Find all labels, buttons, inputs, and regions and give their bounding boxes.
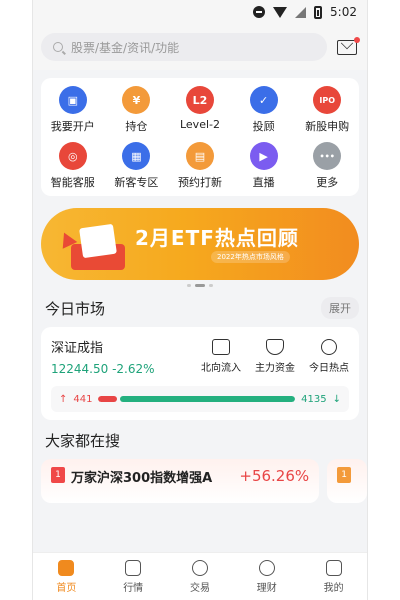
down-arrow-icon: ↓ [332, 393, 341, 405]
search-row: 股票/基金/资讯/功能 [33, 24, 367, 70]
advance-decline-track [98, 396, 296, 402]
grid-item-0[interactable]: ▣ 我要开户 [41, 86, 105, 134]
grid-item-2[interactable]: L2 Level-2 [168, 86, 232, 134]
nav-item-4[interactable]: 我的 [300, 553, 367, 600]
wealth-icon [258, 559, 275, 576]
market-tools: 北向流入 主力资金 今日热点 [201, 339, 349, 376]
tool-label: 主力资金 [255, 363, 295, 374]
grid-item-6[interactable]: ▦ 新客专区 [105, 142, 169, 190]
market-title: 今日市场 [45, 299, 106, 318]
search-input[interactable]: 股票/基金/资讯/功能 [41, 33, 327, 61]
grid-item-label: 更多 [316, 176, 339, 189]
hot-item[interactable]: 1 万家沪深300指数增强A +56.26% [41, 459, 320, 503]
tool-label: 北向流入 [201, 363, 241, 374]
open-account-icon: ▣ [58, 86, 87, 114]
tool-main-capital[interactable]: 主力资金 [255, 339, 295, 376]
promo-banner[interactable]: 2月ETF热点回顾 2022年热点市场风格 [41, 208, 359, 280]
grid-item-label: 新股申购 [305, 120, 350, 133]
index-name: 深证成指 [51, 341, 104, 356]
capital-shield-icon [266, 339, 284, 355]
northbound-chart-icon [212, 339, 230, 355]
trade-swap-icon [191, 559, 208, 576]
search-icon [53, 42, 63, 52]
down-count: 4135 [301, 393, 327, 405]
index-change: -2.62% [112, 362, 155, 376]
grid-item-4[interactable]: IPO 新股申购 [295, 86, 359, 134]
hot-list: 1 万家沪深300指数增强A +56.26% 1 [33, 459, 367, 503]
fund-name: 万家沪深300指数增强A [71, 471, 213, 486]
decline-segment [120, 396, 296, 402]
status-bar: 5:02 [33, 0, 367, 24]
hot-item-next[interactable]: 1 [327, 459, 367, 503]
yuan-coin-icon: ¥ [122, 86, 151, 114]
index-value: 12244.50 [51, 362, 109, 376]
video-icon: ▶ [249, 142, 278, 170]
bottom-nav: 首页 行情 交易 理财 我的 [33, 552, 367, 600]
banner-art-icon [56, 216, 127, 274]
more-icon: ••• [313, 142, 342, 170]
nav-label: 我的 [323, 582, 344, 594]
grid-item-label: 智能客服 [50, 176, 95, 189]
market-header: 今日市场 展开 [33, 287, 367, 325]
tool-today-hot[interactable]: 今日热点 [309, 339, 349, 376]
nav-item-0[interactable]: 首页 [33, 553, 100, 600]
grid-item-label: 预约打新 [177, 176, 222, 189]
grid-item-label: Level-2 [179, 118, 220, 131]
advisor-shirt-icon: ✓ [249, 86, 278, 114]
grid-item-7[interactable]: ▤ 预约打新 [168, 142, 232, 190]
up-arrow-icon: ↑ [59, 393, 68, 405]
nav-label: 首页 [56, 582, 77, 594]
message-icon[interactable] [337, 36, 360, 55]
level2-icon: L2 [185, 86, 214, 114]
advance-decline-bar[interactable]: ↑ 441 4135 ↓ [51, 386, 349, 412]
grid-item-label: 持仓 [125, 120, 148, 133]
tool-northbound[interactable]: 北向流入 [201, 339, 241, 376]
nav-item-2[interactable]: 交易 [167, 553, 234, 600]
grid-item-label: 投顾 [252, 120, 275, 133]
status-time: 5:02 [330, 5, 357, 19]
fund-return: +56.26% [239, 467, 310, 485]
market-card: 深证成指 12244.50 -2.62% 北向流入 主力资金 今日热点 ↑ 44… [41, 327, 359, 420]
banner-title: 2月ETF热点回顾 [135, 226, 299, 250]
grid-item-label: 我要开户 [50, 120, 95, 133]
function-grid: ▣ 我要开户 ¥ 持仓 L2 Level-2 ✓ 投顾 IPO 新股申购 ◎ 智能客服 ▦ 新客专区 ▤ 预约… [41, 78, 359, 196]
nav-label: 行情 [123, 582, 144, 594]
grid-item-8[interactable]: ▶ 直播 [232, 142, 296, 190]
calendar-bag-icon: ▤ [185, 142, 214, 170]
phone-screen: 5:02 股票/基金/资讯/功能 ▣ 我要开户 ¥ 持仓 L2 Level-2 ✓ 投顾 IPO… [32, 0, 368, 600]
tool-label: 今日热点 [309, 363, 349, 374]
grid-item-1[interactable]: ¥ 持仓 [105, 86, 169, 134]
grid-item-3[interactable]: ✓ 投顾 [232, 86, 296, 134]
hot-clock-icon [321, 339, 337, 355]
market-chart-icon [125, 559, 142, 576]
grid-item-5[interactable]: ◎ 智能客服 [41, 142, 105, 190]
customer-service-icon: ◎ [58, 142, 87, 170]
do-not-disturb-icon [253, 6, 266, 18]
battery-icon [314, 5, 323, 19]
nav-item-3[interactable]: 理财 [233, 553, 300, 600]
nav-label: 交易 [189, 582, 210, 594]
search-placeholder: 股票/基金/资讯/功能 [71, 40, 180, 55]
rank-badge: 1 [337, 467, 352, 483]
advance-segment [98, 396, 118, 402]
ipo-bag-icon: IPO [313, 86, 342, 114]
hot-title: 大家都在搜 [45, 432, 121, 450]
banner-subtitle: 2022年热点市场风格 [211, 251, 290, 263]
nav-item-1[interactable]: 行情 [100, 553, 167, 600]
home-icon [58, 559, 75, 576]
signal-icon [295, 6, 307, 18]
gift-icon: ▦ [122, 142, 151, 170]
unread-dot [354, 36, 360, 43]
wifi-icon [273, 6, 288, 18]
up-count: 441 [73, 393, 93, 405]
grid-item-label: 直播 [252, 176, 275, 189]
expand-button[interactable]: 展开 [321, 297, 359, 319]
hot-header: 大家都在搜 [33, 420, 367, 457]
rank-badge: 1 [51, 467, 65, 483]
grid-item-label: 新客专区 [114, 176, 159, 189]
nav-label: 理财 [256, 582, 277, 594]
index-summary[interactable]: 深证成指 12244.50 -2.62% [51, 337, 155, 376]
profile-icon [325, 559, 342, 576]
grid-item-9[interactable]: ••• 更多 [295, 142, 359, 190]
